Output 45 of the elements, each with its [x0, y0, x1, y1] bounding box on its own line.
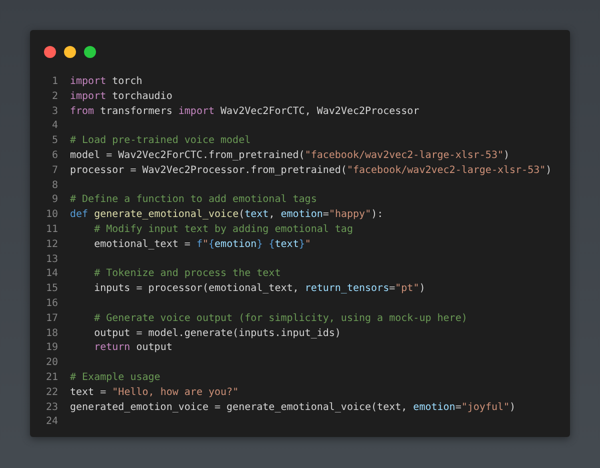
- line-number: 4: [50, 119, 58, 134]
- code-line: processor = Wav2Vec2Processor.from_pretrained("facebook/wav2vec2-large-xlsr-53"): [70, 164, 552, 178]
- code-line: def generate_emotional_voice(text, emotion="happy"):: [70, 208, 384, 222]
- code-line: import torchaudio: [70, 90, 172, 104]
- line-number: 10: [44, 208, 58, 222]
- line-number: 6: [50, 148, 58, 163]
- line-number: 23: [44, 400, 58, 415]
- line-number: 2: [50, 90, 58, 104]
- line-number: 15: [44, 282, 58, 296]
- code-line: from transformers import Wav2Vec2ForCTC, Wav2Vec2Processor: [70, 104, 420, 119]
- line-number: 21: [44, 370, 58, 385]
- line-number: 19: [44, 341, 58, 356]
- code-line: model = Wav2Vec2ForCTC.from_pretrained("facebook/wav2vec2-large-xlsr-53"): [70, 148, 510, 163]
- line-number: 7: [50, 164, 58, 178]
- code-line: # Modify input text by adding emotional tag: [93, 222, 353, 237]
- line-number: 16: [44, 296, 58, 311]
- line-number: 12: [44, 238, 58, 252]
- code-line: generated_emotion_voice = generate_emotional_voice(text, emotion="joyful"): [70, 400, 516, 415]
- line-number: 11: [44, 222, 58, 237]
- code-line: output = model.generate(inputs.input_ids): [93, 326, 341, 341]
- maximize-icon[interactable]: [84, 46, 96, 58]
- line-number: 22: [44, 386, 58, 400]
- line-number: 20: [44, 356, 58, 370]
- line-number: 24: [44, 415, 58, 430]
- code-line: import torch: [70, 75, 142, 89]
- minimize-icon[interactable]: [64, 46, 76, 58]
- line-number: 17: [44, 312, 58, 326]
- line-number: 1: [50, 75, 58, 89]
- line-number: 3: [50, 104, 58, 119]
- line-number: 5: [50, 134, 58, 148]
- code-line: # Example usage: [70, 370, 160, 385]
- code-line: text = "Hello, how are you?": [70, 386, 239, 400]
- line-number: 8: [50, 178, 58, 193]
- line-number: 9: [50, 193, 58, 208]
- code-line: # Define a function to add emotional tags: [70, 193, 317, 208]
- line-number: 18: [44, 326, 58, 341]
- code-line: inputs = processor(emotional_text, return_tensors="pt"): [93, 282, 426, 296]
- code-line: # Tokenize and process the text: [93, 267, 281, 282]
- code-line: # Generate voice output (for simplicity, using a mock-up here): [93, 312, 468, 326]
- line-number: 14: [44, 267, 58, 282]
- code-line: return output: [93, 341, 172, 356]
- line-number: 13: [44, 252, 58, 267]
- code-line: # Load pre-trained voice model: [70, 134, 251, 148]
- code-line: emotional_text = f"{emotion} {text}": [93, 238, 311, 252]
- close-icon[interactable]: [44, 46, 56, 58]
